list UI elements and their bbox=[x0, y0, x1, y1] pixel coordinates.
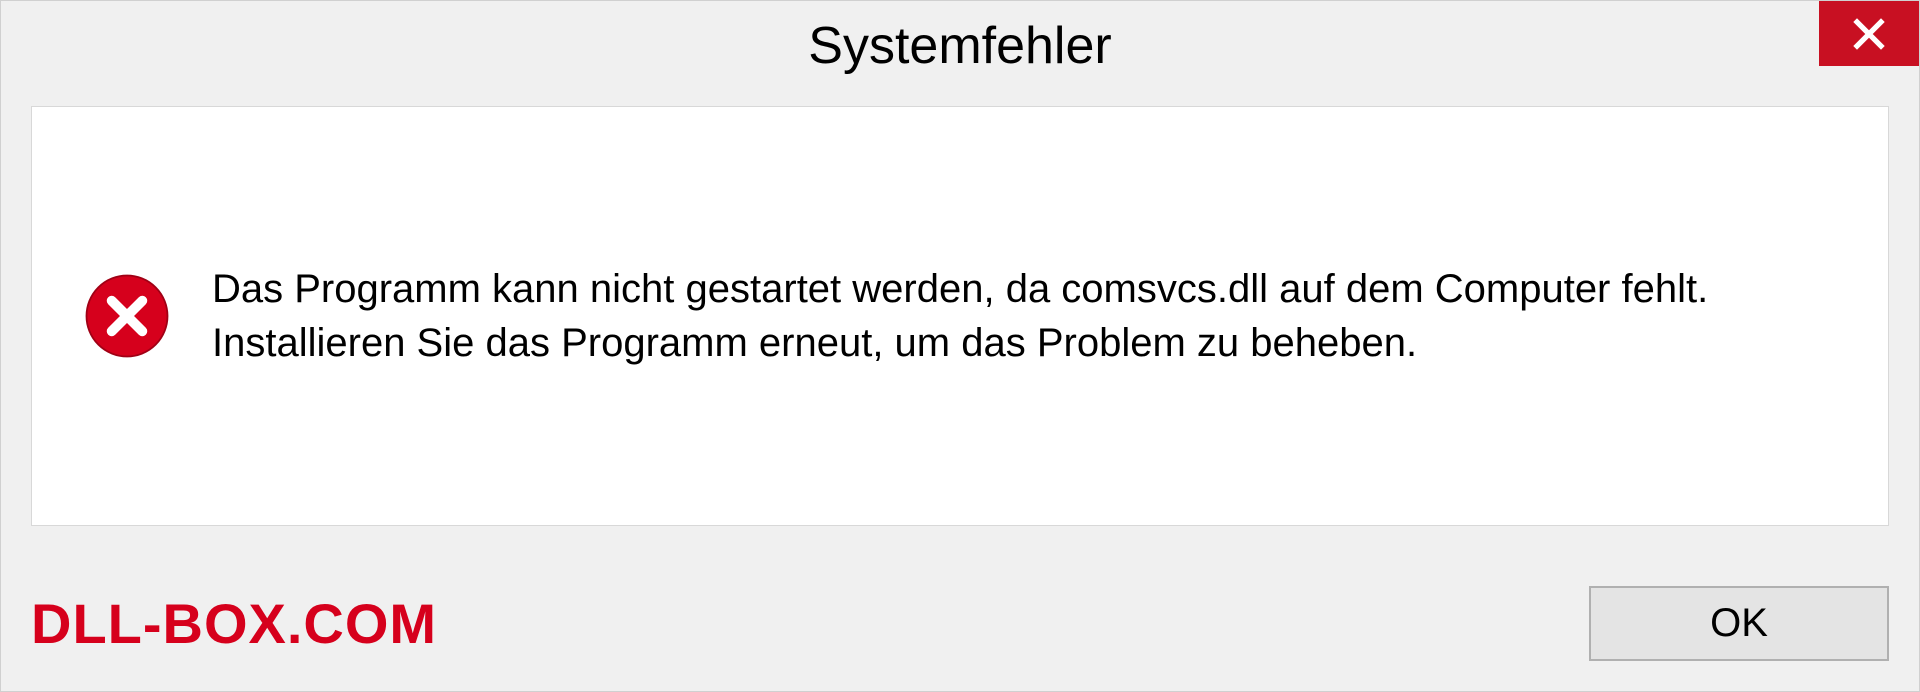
watermark-text: DLL-BOX.COM bbox=[31, 591, 437, 656]
dialog-title: Systemfehler bbox=[808, 16, 1111, 76]
error-message: Das Programm kann nicht gestartet werden… bbox=[212, 262, 1838, 370]
content-panel: Das Programm kann nicht gestartet werden… bbox=[31, 106, 1889, 526]
error-dialog: Systemfehler Das Programm kann nicht ges… bbox=[0, 0, 1920, 692]
error-icon bbox=[82, 271, 172, 361]
close-button[interactable] bbox=[1819, 1, 1919, 66]
titlebar: Systemfehler bbox=[1, 1, 1919, 91]
ok-button[interactable]: OK bbox=[1589, 586, 1889, 661]
footer: DLL-BOX.COM OK bbox=[31, 586, 1889, 661]
close-icon bbox=[1851, 16, 1887, 52]
